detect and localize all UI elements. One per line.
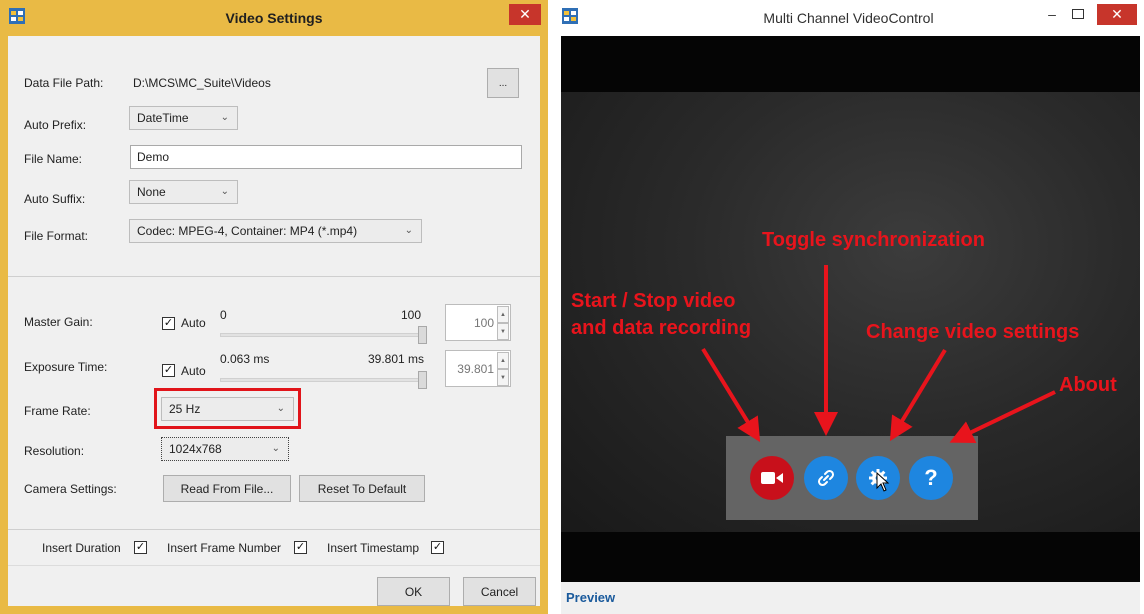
arrow-settings (889, 348, 947, 442)
arrow-about (949, 390, 1056, 444)
callout-arrows (701, 265, 1056, 444)
arrow-record (701, 347, 761, 443)
status-bar (561, 582, 1140, 614)
preview-tab[interactable]: Preview (566, 590, 615, 605)
